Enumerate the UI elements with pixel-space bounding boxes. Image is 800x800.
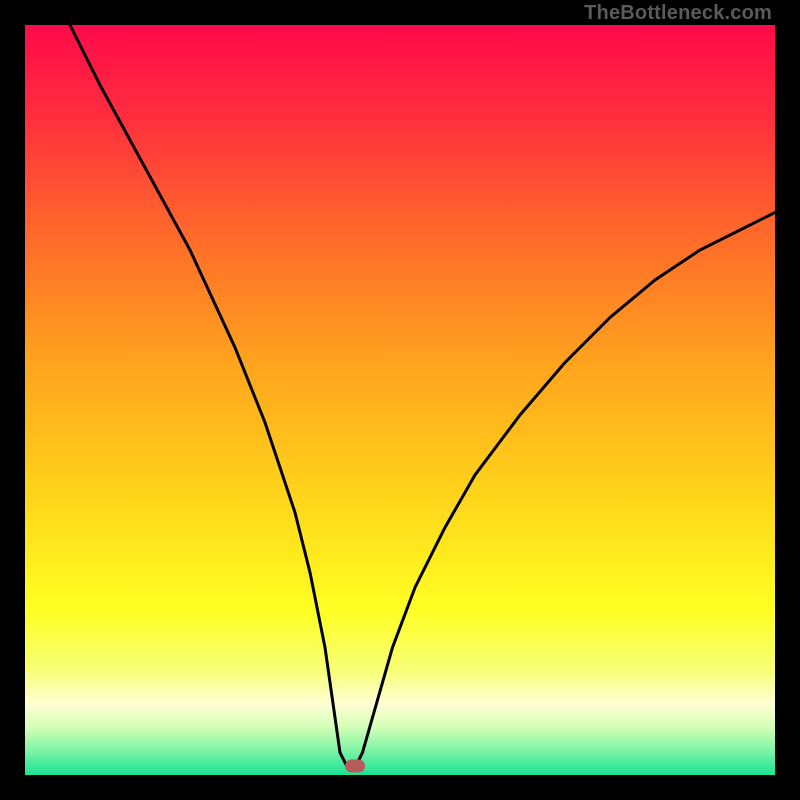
optimal-point-marker	[345, 760, 365, 773]
bottleneck-curve	[70, 25, 775, 768]
plot-area	[25, 25, 775, 775]
chart-frame: TheBottleneck.com	[0, 0, 800, 800]
watermark-text: TheBottleneck.com	[584, 2, 772, 25]
curve-layer	[25, 25, 775, 775]
